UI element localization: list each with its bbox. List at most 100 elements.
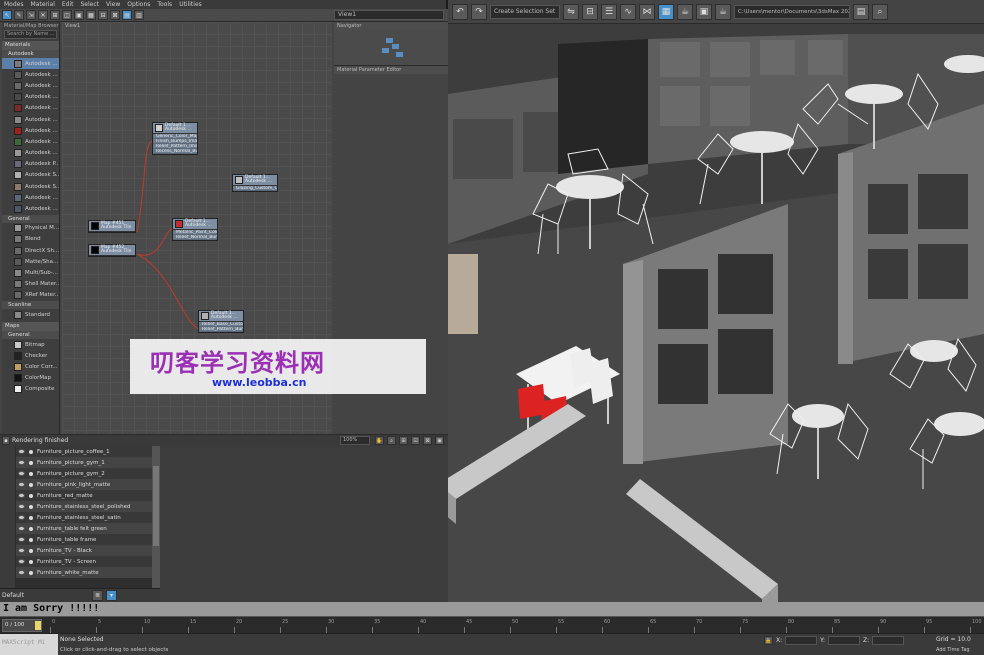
explorer-row[interactable]: Furniture_TV - Screen bbox=[16, 556, 152, 567]
map-item[interactable]: ColorMap bbox=[2, 373, 59, 384]
autodesk-material-item[interactable]: Autodesk ... bbox=[2, 203, 59, 214]
node-header[interactable]: Default 1 ... Autodesk ... bbox=[153, 123, 197, 134]
section-autodesk[interactable]: Autodesk bbox=[2, 50, 59, 58]
scrollbar-thumb[interactable] bbox=[153, 466, 159, 546]
zoom-all-icon[interactable]: ▣ bbox=[435, 436, 444, 445]
visibility-eye-icon[interactable] bbox=[18, 570, 25, 575]
navigator-panel[interactable] bbox=[334, 30, 448, 66]
material-node[interactable]: Map #451 Autodesk Tile bbox=[88, 220, 136, 233]
general-material-item[interactable]: Blend bbox=[2, 234, 59, 245]
lock-icon[interactable]: 🔒 bbox=[764, 636, 773, 645]
filter-icon[interactable]: ▾ bbox=[106, 590, 117, 601]
show-background-icon[interactable]: ▦ bbox=[86, 10, 96, 20]
menu-view[interactable]: View bbox=[106, 0, 120, 9]
autodesk-material-item[interactable]: Autodesk ... bbox=[2, 125, 59, 136]
menu-modes[interactable]: Modes bbox=[4, 0, 23, 9]
autodesk-material-item[interactable]: Autodesk P... bbox=[2, 159, 59, 170]
material-node[interactable]: Default 1... Autodesk ... Metallic_Paint_C… bbox=[172, 218, 218, 241]
node-slot[interactable]: Glazing_Custom_Colo... bbox=[233, 186, 277, 191]
mirror-icon[interactable]: ⇋ bbox=[563, 3, 579, 20]
explorer-row[interactable]: Furniture_picture_coffee_1 bbox=[16, 446, 152, 457]
layout-all-icon[interactable]: ⊟ bbox=[98, 10, 108, 20]
y-coord-field[interactable] bbox=[828, 636, 861, 645]
delete-icon[interactable]: ✕ bbox=[38, 10, 48, 20]
explorer-row[interactable]: Furniture_picture_gym_1 bbox=[16, 457, 152, 468]
section-maps[interactable]: Maps bbox=[2, 322, 59, 332]
visibility-eye-icon[interactable] bbox=[18, 515, 25, 520]
explorer-row[interactable]: Furniture_picture_gym_2 bbox=[16, 468, 152, 479]
node-header[interactable]: Default 1... Autodesk ... bbox=[233, 175, 277, 186]
project-path-field[interactable]: C:\Users\mentor\Documents\3dsMax 2020 bbox=[734, 4, 850, 19]
autodesk-material-item[interactable]: Autodesk ... bbox=[2, 136, 59, 147]
general-material-item[interactable]: DirectX Sh... bbox=[2, 245, 59, 256]
general-material-item[interactable]: XRef Mater... bbox=[2, 290, 59, 301]
zoom-selected-icon[interactable]: ⊠ bbox=[423, 436, 432, 445]
menu-select[interactable]: Select bbox=[80, 0, 99, 9]
pan-icon[interactable]: ✋ bbox=[375, 436, 384, 445]
material-node[interactable]: Map #452 Autodesk Tile bbox=[88, 244, 136, 257]
visibility-eye-icon[interactable] bbox=[18, 537, 25, 542]
visibility-eye-icon[interactable] bbox=[18, 460, 25, 465]
add-time-tag[interactable]: Add Time Tag bbox=[936, 647, 970, 653]
autodesk-material-item[interactable]: Autodesk ... bbox=[2, 69, 59, 80]
visibility-eye-icon[interactable] bbox=[18, 449, 25, 454]
menu-options[interactable]: Options bbox=[127, 0, 150, 9]
time-slider[interactable]: 0 / 100 bbox=[2, 619, 42, 632]
autodesk-material-item[interactable]: Autodesk ... bbox=[2, 192, 59, 203]
curve-editor-icon[interactable]: ∿ bbox=[620, 3, 636, 20]
node-slot[interactable]: Relief_Normal_Bumps bbox=[173, 235, 217, 240]
autodesk-material-item[interactable]: Autodesk S... bbox=[2, 181, 59, 192]
explorer-row[interactable]: Furniture_stainless_steel_satin bbox=[16, 512, 152, 523]
autodesk-material-item[interactable]: Autodesk ... bbox=[2, 103, 59, 114]
map-item[interactable]: Color Corr... bbox=[2, 362, 59, 373]
autodesk-material-item[interactable]: Autodesk ... bbox=[2, 58, 59, 70]
undo-icon[interactable]: ↶ bbox=[452, 3, 468, 20]
browser-search-input[interactable]: Search by Name ... bbox=[4, 30, 57, 39]
zoom-level-field[interactable]: 100% bbox=[340, 436, 370, 445]
material-node[interactable]: Default 1... Autodesk ... Glazing_Custom_C… bbox=[232, 174, 278, 192]
material-node[interactable]: Default 1... Autodesk ... Relief_Base_Cust… bbox=[198, 310, 244, 333]
general-material-item[interactable]: Physical M... bbox=[2, 223, 59, 234]
visibility-eye-icon[interactable] bbox=[18, 493, 25, 498]
view-dropdown[interactable]: View1 bbox=[334, 10, 444, 20]
general-material-item[interactable]: Matte/Sha... bbox=[2, 256, 59, 267]
explorer-row[interactable]: Furniture_white_matte bbox=[16, 567, 152, 578]
node-slot[interactable]: Recess_Normal_Bumps bbox=[153, 149, 197, 154]
perspective-viewport[interactable] bbox=[448, 24, 984, 604]
visibility-eye-icon[interactable] bbox=[18, 526, 25, 531]
autodesk-material-item[interactable]: Autodesk S... bbox=[2, 170, 59, 181]
node-header[interactable]: Map #452 Autodesk Tile bbox=[89, 245, 135, 256]
select-tool-icon[interactable]: ↖ bbox=[2, 10, 12, 20]
redo-icon[interactable]: ↷ bbox=[471, 3, 487, 20]
layer-dropdown[interactable]: Default bbox=[2, 592, 24, 599]
render-frame-icon[interactable]: ▣ bbox=[696, 3, 712, 20]
zoom-icon[interactable]: ⌕ bbox=[387, 436, 396, 445]
zoom-extents-icon[interactable]: ⊡ bbox=[411, 436, 420, 445]
maxscript-listener[interactable]: MAXScript Mi bbox=[0, 634, 58, 655]
schematic-view-icon[interactable]: ⋈ bbox=[639, 3, 655, 20]
render-icon[interactable]: ☕ bbox=[715, 3, 731, 20]
move-children-icon[interactable]: ⊞ bbox=[50, 10, 60, 20]
menu-tools[interactable]: Tools bbox=[157, 0, 172, 9]
visibility-eye-icon[interactable] bbox=[18, 471, 25, 476]
node-header[interactable]: Default 1... Autodesk ... bbox=[173, 219, 217, 230]
visibility-eye-icon[interactable] bbox=[18, 559, 25, 564]
time-slider-knob[interactable] bbox=[35, 621, 41, 630]
z-coord-field[interactable] bbox=[872, 636, 905, 645]
general-material-item[interactable]: Shell Mater... bbox=[2, 279, 59, 290]
section-maps-general[interactable]: General bbox=[2, 331, 59, 340]
material-editor-icon[interactable]: ▦ bbox=[658, 3, 674, 20]
align-icon[interactable]: ⊟ bbox=[582, 3, 598, 20]
project-folder-icon[interactable]: ▤ bbox=[853, 3, 869, 20]
visibility-eye-icon[interactable] bbox=[18, 504, 25, 509]
section-general[interactable]: General bbox=[2, 214, 59, 223]
menu-edit[interactable]: Edit bbox=[62, 0, 74, 9]
hide-unused-icon[interactable]: ◫ bbox=[62, 10, 72, 20]
node-slot[interactable]: Relief_Pattern_Bumps bbox=[199, 327, 243, 332]
visibility-eye-icon[interactable] bbox=[18, 548, 25, 553]
explorer-row[interactable]: Furniture_red_matte bbox=[16, 490, 152, 501]
zoom-region-icon[interactable]: ⊞ bbox=[399, 436, 408, 445]
layout-children-icon[interactable]: ⊠ bbox=[110, 10, 120, 20]
section-scanline[interactable]: Scanline bbox=[2, 300, 59, 309]
parameter-editor-icon[interactable]: ▥ bbox=[134, 10, 144, 20]
